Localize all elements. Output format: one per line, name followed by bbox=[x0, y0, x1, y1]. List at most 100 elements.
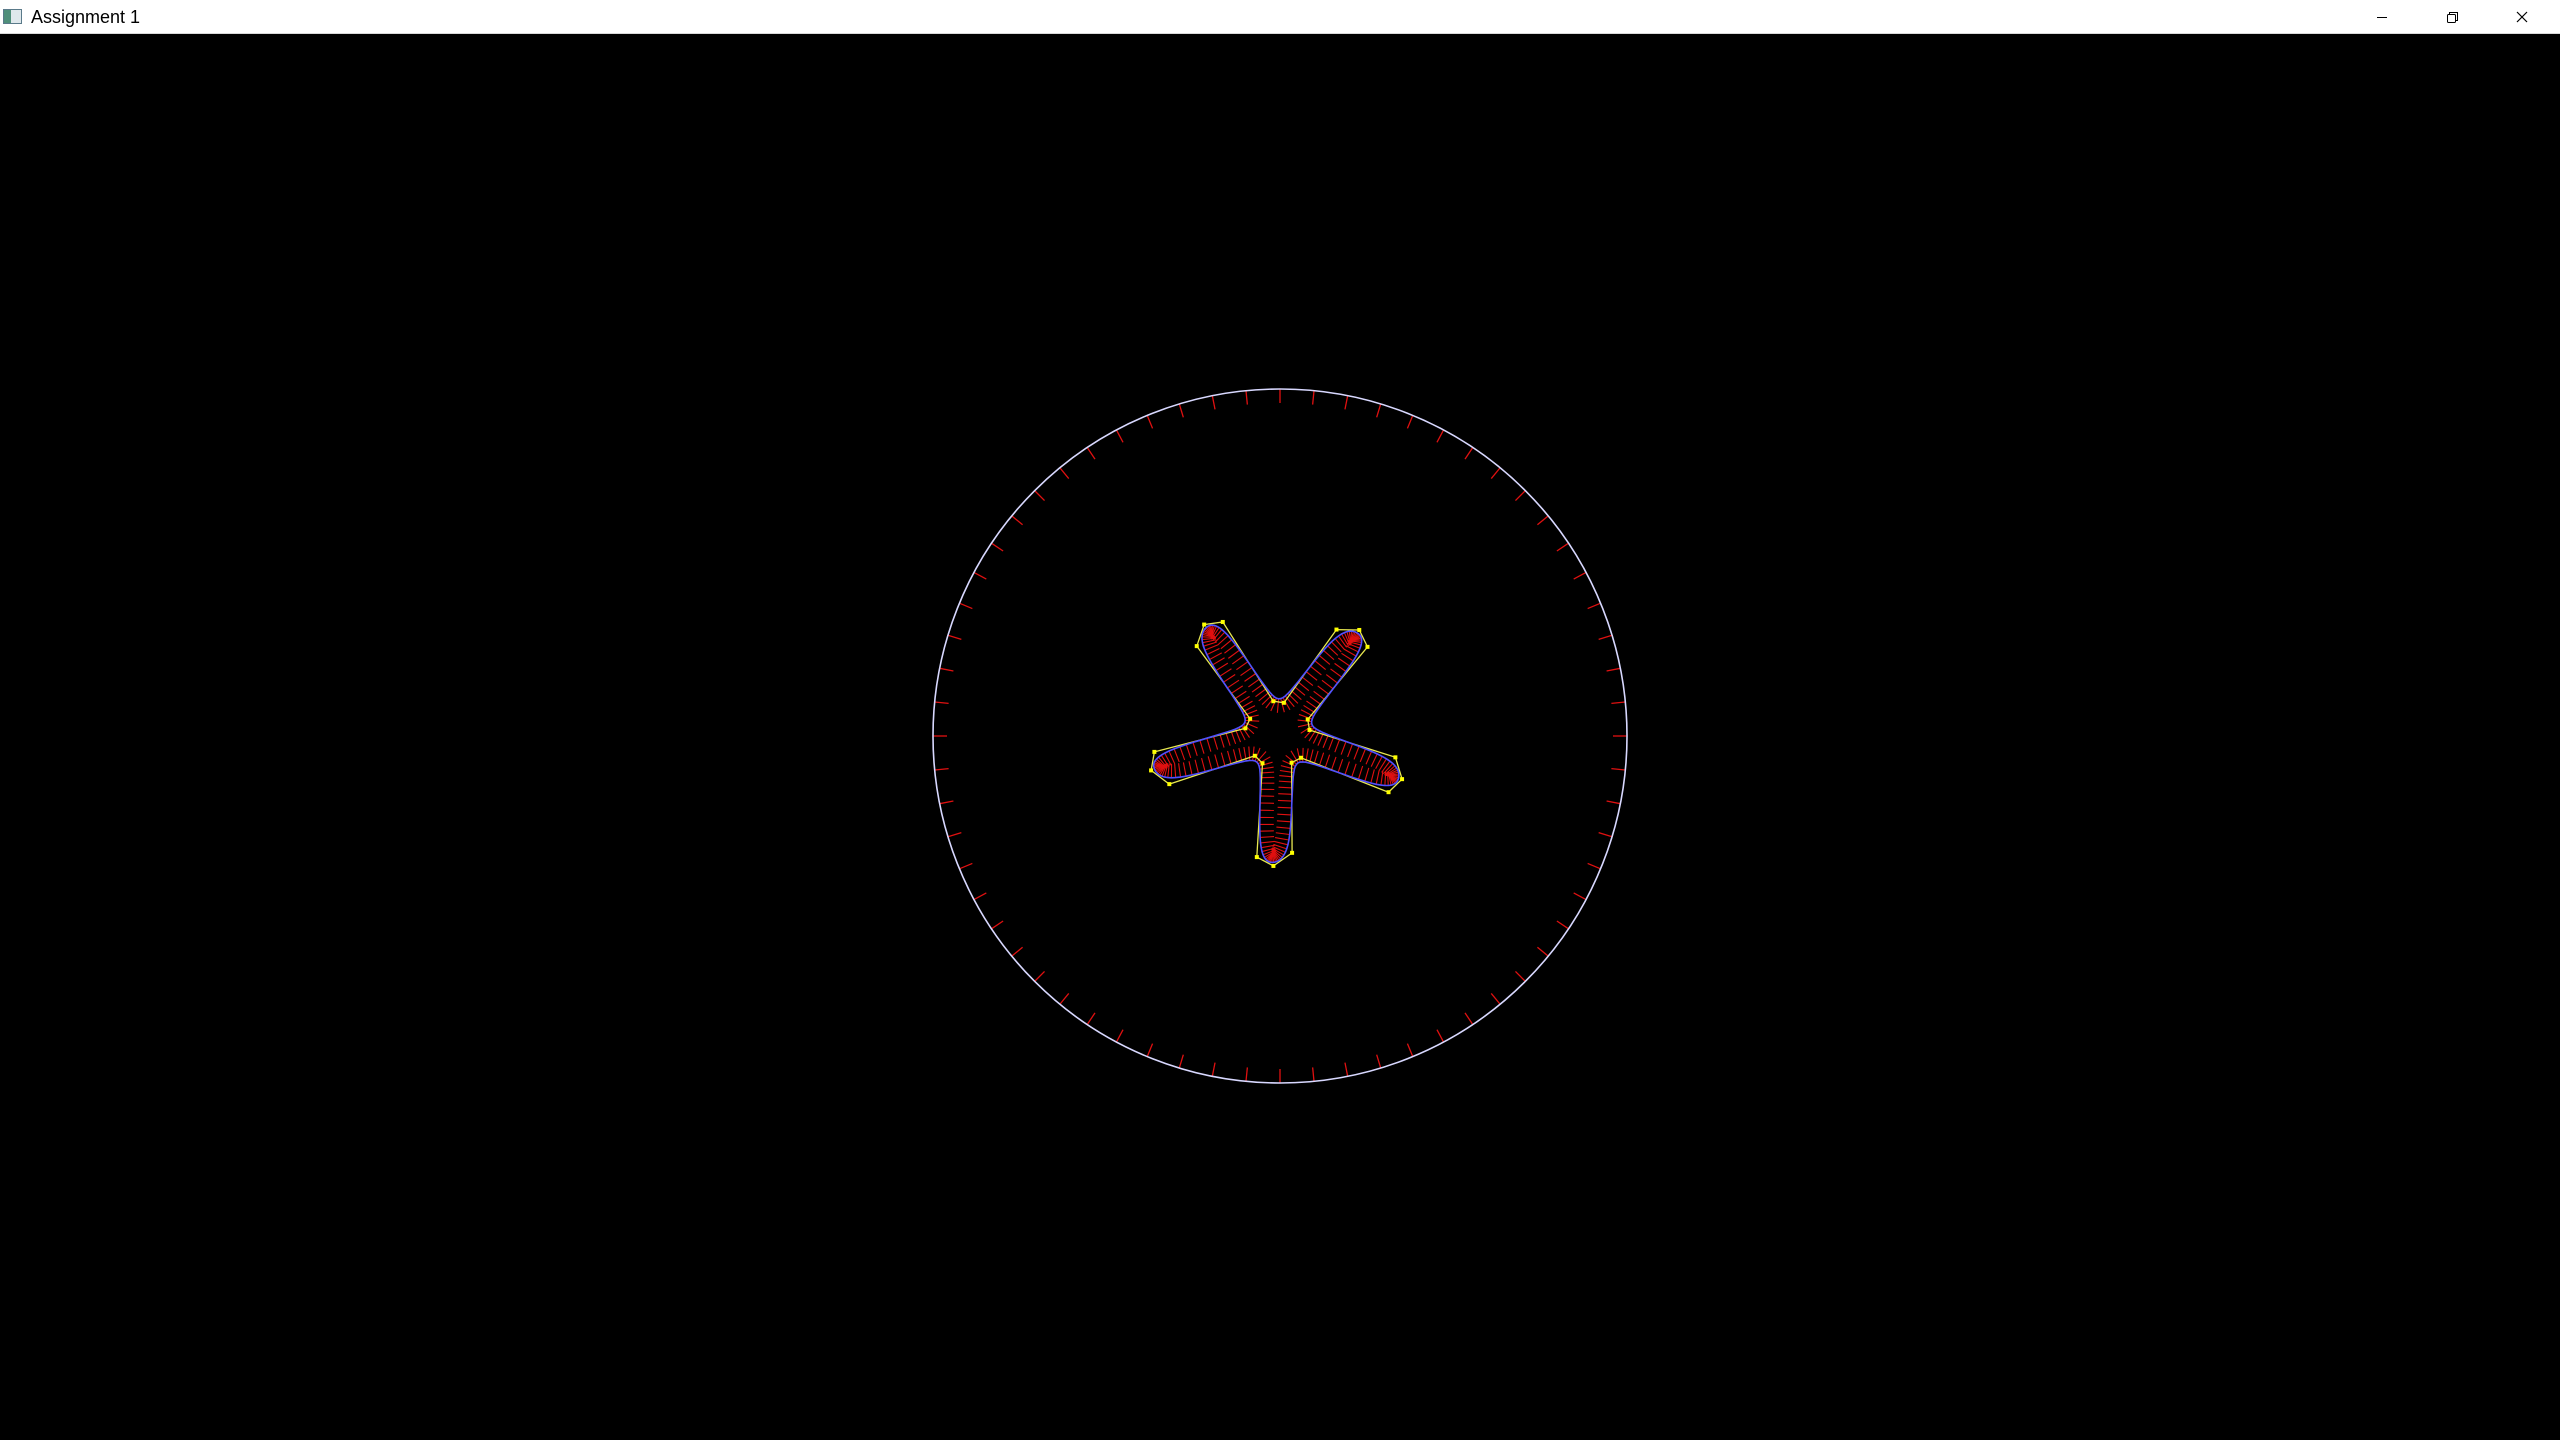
outer-normal-tick bbox=[1464, 1012, 1474, 1025]
outer-normal-tick bbox=[1059, 993, 1070, 1005]
star-normal-tick bbox=[1337, 657, 1351, 667]
outer-normal-tick bbox=[973, 571, 987, 580]
control-point[interactable] bbox=[1305, 717, 1310, 722]
star-normal-tick bbox=[1227, 649, 1240, 659]
outer-normal-tick bbox=[947, 634, 962, 640]
star-normal-tick bbox=[1278, 780, 1293, 783]
star-normal-tick bbox=[1214, 754, 1220, 769]
star-normal-tick bbox=[1278, 786, 1293, 789]
star-normal-tick bbox=[1364, 767, 1370, 782]
star-normal-tick bbox=[1325, 674, 1338, 684]
outer-normal-tick bbox=[947, 832, 962, 838]
star-normal-tick bbox=[1347, 743, 1354, 758]
outer-normal-tick bbox=[1436, 1029, 1445, 1043]
star-normal-tick bbox=[1182, 762, 1187, 777]
outer-normal-tick bbox=[1573, 892, 1587, 901]
star-normal-tick bbox=[1313, 750, 1319, 765]
restore-button[interactable] bbox=[2417, 0, 2487, 33]
control-point[interactable] bbox=[1220, 619, 1225, 624]
control-point[interactable] bbox=[1307, 727, 1312, 732]
star-normal-tick bbox=[1230, 685, 1244, 695]
star-normal-tick bbox=[1234, 690, 1247, 700]
star-normal-tick bbox=[1232, 749, 1238, 764]
star-normal-tick bbox=[1375, 770, 1380, 785]
star-normal-tick bbox=[1301, 676, 1314, 687]
star-normal-tick bbox=[1192, 742, 1198, 756]
star-normal-tick bbox=[1370, 769, 1375, 784]
outer-normal-tick bbox=[1464, 447, 1474, 460]
control-point[interactable] bbox=[1194, 644, 1199, 649]
star-normal-tick bbox=[1209, 652, 1223, 661]
control-point[interactable] bbox=[1202, 622, 1207, 627]
outer-normal-tick bbox=[1146, 415, 1154, 429]
outer-normal-tick bbox=[959, 862, 973, 870]
control-point[interactable] bbox=[1289, 760, 1294, 765]
app-icon bbox=[3, 9, 22, 24]
star-normal-tick bbox=[1330, 756, 1337, 771]
control-point[interactable] bbox=[1334, 627, 1339, 632]
outer-normal-tick bbox=[1587, 602, 1601, 610]
title-bar[interactable]: Assignment 1 bbox=[0, 0, 2560, 34]
outer-normal-tick bbox=[1086, 1012, 1096, 1025]
control-point[interactable] bbox=[1254, 855, 1259, 860]
control-point[interactable] bbox=[1365, 644, 1370, 649]
outer-normal-tick bbox=[1406, 1043, 1414, 1057]
star-normal-tick bbox=[1251, 683, 1264, 693]
star-normal-tick bbox=[1324, 754, 1331, 769]
outer-normal-tick bbox=[1598, 832, 1613, 838]
outer-normal-tick bbox=[934, 701, 949, 705]
outer-circle-normals bbox=[933, 389, 1627, 1083]
control-point[interactable] bbox=[1149, 768, 1154, 773]
render-canvas[interactable] bbox=[0, 34, 2560, 1440]
star-normal-tick bbox=[1317, 685, 1330, 695]
restore-icon bbox=[2447, 11, 2458, 23]
control-point[interactable] bbox=[1281, 700, 1286, 705]
control-point[interactable] bbox=[1271, 699, 1276, 704]
star-normal-tick bbox=[1236, 661, 1249, 671]
star-normal-tick bbox=[1365, 751, 1373, 765]
control-point[interactable] bbox=[1252, 753, 1257, 758]
outer-normal-tick bbox=[1376, 1054, 1382, 1069]
control-point[interactable] bbox=[1260, 761, 1265, 766]
star-normal-tick bbox=[1274, 837, 1289, 841]
control-point[interactable] bbox=[1167, 782, 1172, 787]
star-normal-tick bbox=[1370, 753, 1378, 767]
outer-normal-tick bbox=[939, 667, 954, 672]
outer-normal-tick bbox=[973, 892, 987, 901]
control-point[interactable] bbox=[1357, 627, 1362, 632]
outer-normal-tick bbox=[1537, 946, 1549, 957]
control-point[interactable] bbox=[1393, 755, 1398, 760]
star-normal-tick bbox=[1227, 750, 1232, 765]
star-normal-tick bbox=[1194, 759, 1200, 774]
star-normal-tick bbox=[1179, 746, 1186, 761]
control-point[interactable] bbox=[1271, 863, 1276, 868]
outer-normal-tick bbox=[1245, 390, 1249, 405]
outer-normal-tick bbox=[1034, 490, 1045, 501]
control-point[interactable] bbox=[1400, 777, 1405, 782]
outer-normal-tick bbox=[991, 920, 1004, 930]
outer-normal-tick bbox=[991, 542, 1004, 552]
star-normal-tick bbox=[1188, 761, 1193, 776]
control-point[interactable] bbox=[1152, 749, 1157, 754]
control-point[interactable] bbox=[1299, 755, 1304, 760]
minimize-button[interactable] bbox=[2347, 0, 2417, 33]
outer-normal-tick bbox=[1311, 1067, 1315, 1082]
outer-normal-tick bbox=[1146, 1043, 1154, 1057]
control-point[interactable] bbox=[1248, 716, 1253, 721]
outer-normal-tick bbox=[1490, 467, 1501, 479]
star-normal-tick bbox=[1278, 793, 1293, 795]
close-button[interactable] bbox=[2487, 0, 2557, 33]
star-normal-tick bbox=[1178, 763, 1182, 778]
outer-normal-tick bbox=[1606, 800, 1621, 805]
outer-normal-tick bbox=[1556, 542, 1569, 552]
window-title: Assignment 1 bbox=[31, 7, 141, 27]
control-point[interactable] bbox=[1386, 790, 1391, 795]
control-point[interactable] bbox=[1290, 850, 1295, 855]
outer-normal-tick bbox=[1344, 395, 1349, 410]
control-point[interactable] bbox=[1243, 726, 1248, 731]
star-normal-tick bbox=[1201, 757, 1206, 772]
star-normal-tick bbox=[1274, 840, 1289, 846]
outer-normal-tick bbox=[1611, 767, 1626, 771]
outer-normal-tick bbox=[1556, 920, 1569, 930]
outer-normal-tick bbox=[1211, 1062, 1216, 1077]
